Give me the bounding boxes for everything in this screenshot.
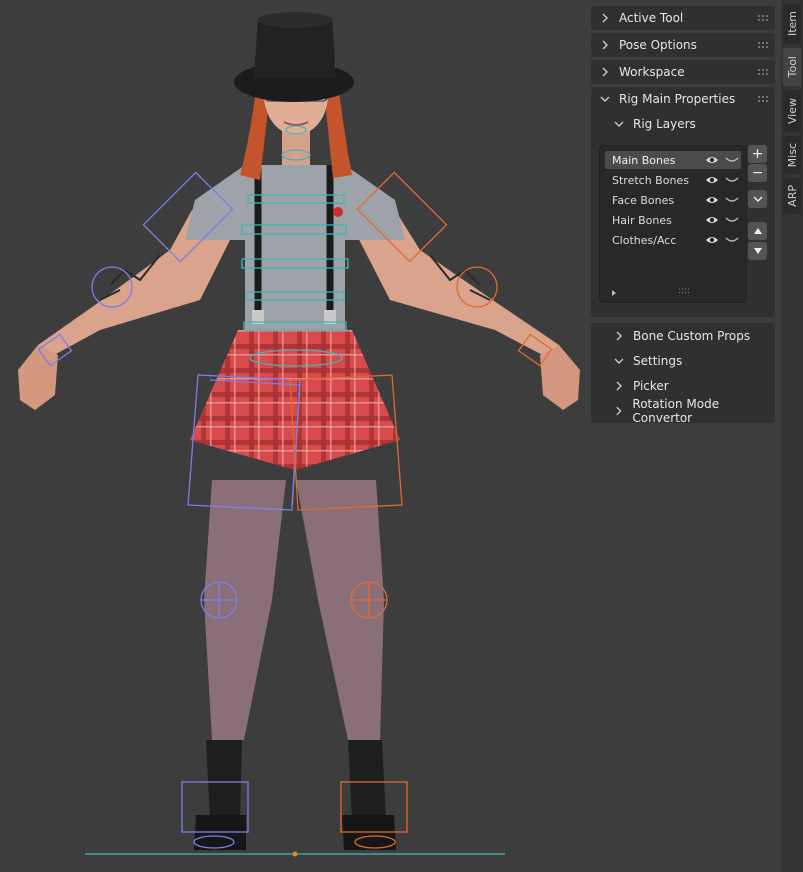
rig-main-properties-header[interactable]: Rig Main Properties (591, 87, 775, 111)
eye-icon[interactable] (705, 234, 719, 246)
layer-label: Hair Bones (612, 213, 672, 227)
chevron-right-icon (602, 40, 608, 50)
rig-layers-list[interactable]: Main Bones Stretch Bones Face Bones Hair… (599, 145, 747, 303)
tab-item-label: Item (785, 11, 799, 37)
select-toggle-icon[interactable] (725, 155, 739, 165)
bone-custom-props-header[interactable]: Bone Custom Props (591, 324, 775, 348)
remove-label: − (751, 165, 764, 181)
active-tool-label: Active Tool (619, 11, 684, 25)
rig-main-properties-label: Rig Main Properties (619, 92, 736, 106)
pose-options-header[interactable]: Pose Options (591, 33, 775, 57)
triangle-up-icon (753, 228, 762, 234)
select-toggle-icon[interactable] (725, 235, 739, 245)
grip-icon[interactable] (757, 41, 769, 49)
layer-label: Stretch Bones (612, 173, 689, 187)
rotation-mode-convertor-label: Rotation Mode Convertor (632, 397, 720, 425)
layer-label: Face Bones (612, 193, 675, 207)
chevron-right-icon (616, 406, 622, 416)
move-layer-up-button[interactable] (748, 222, 767, 240)
tab-misc-label: Misc (785, 142, 799, 168)
remove-layer-button[interactable]: − (748, 164, 767, 182)
add-layer-button[interactable]: + (748, 145, 767, 163)
tab-view[interactable]: View (783, 90, 801, 132)
list-resize-grip[interactable]: :::: (678, 286, 690, 296)
bone-custom-props-label: Bone Custom Props (633, 329, 751, 343)
select-toggle-icon[interactable] (725, 215, 739, 225)
layer-main-bones[interactable]: Main Bones (605, 151, 741, 169)
triangle-down-icon (753, 248, 762, 254)
add-label: + (751, 146, 764, 162)
tab-view-label: View (785, 97, 799, 125)
layer-face-bones[interactable]: Face Bones (605, 191, 741, 209)
chevron-right-icon (616, 331, 622, 341)
chevron-down-icon (600, 96, 610, 102)
tab-misc[interactable]: Misc (783, 136, 801, 174)
picker-label: Picker (633, 379, 669, 393)
settings-label: Settings (633, 354, 683, 368)
filter-expand-icon[interactable] (610, 289, 618, 297)
layer-stretch-bones[interactable]: Stretch Bones (605, 171, 741, 189)
chevron-right-icon (602, 67, 608, 77)
layer-hair-bones[interactable]: Hair Bones (605, 211, 741, 229)
character-legs (194, 480, 396, 850)
chevron-down-icon (614, 358, 624, 364)
tab-arp-label: ARP (785, 185, 799, 207)
select-toggle-icon[interactable] (725, 175, 739, 185)
layer-specials-button[interactable] (748, 190, 767, 208)
eye-icon[interactable] (705, 154, 719, 166)
layer-label: Main Bones (612, 153, 676, 167)
tab-arp[interactable]: ARP (783, 178, 801, 214)
character-head (234, 12, 354, 180)
picker-header[interactable]: Picker (591, 374, 775, 398)
tab-tool[interactable]: Tool (783, 48, 801, 86)
workspace-label: Workspace (619, 65, 685, 79)
settings-header[interactable]: Settings (591, 349, 775, 373)
grip-icon[interactable] (757, 95, 769, 103)
origin-point (292, 851, 298, 857)
eye-icon[interactable] (705, 194, 719, 206)
rotation-mode-convertor-header[interactable]: Rotation Mode Convertor (591, 397, 775, 425)
workspace-header[interactable]: Workspace (591, 60, 775, 84)
grip-icon[interactable] (757, 14, 769, 22)
chevron-down-icon (614, 121, 624, 127)
eye-icon[interactable] (705, 174, 719, 186)
layer-clothes-acc[interactable]: Clothes/Acc (605, 231, 741, 249)
chevron-right-icon (602, 13, 608, 23)
active-tool-header[interactable]: Active Tool (591, 6, 775, 30)
character-skirt (190, 330, 400, 470)
pose-options-label: Pose Options (619, 38, 697, 52)
grip-icon[interactable] (757, 68, 769, 76)
rig-layers-header[interactable]: Rig Layers (591, 112, 775, 136)
move-layer-down-button[interactable] (748, 242, 767, 260)
select-toggle-icon[interactable] (725, 195, 739, 205)
rig-layers-label: Rig Layers (633, 117, 696, 131)
chevron-down-icon (753, 196, 762, 202)
tab-item[interactable]: Item (783, 4, 801, 44)
chevron-right-icon (616, 381, 622, 391)
eye-icon[interactable] (705, 214, 719, 226)
tab-tool-label: Tool (785, 56, 799, 78)
layer-label: Clothes/Acc (612, 233, 677, 247)
